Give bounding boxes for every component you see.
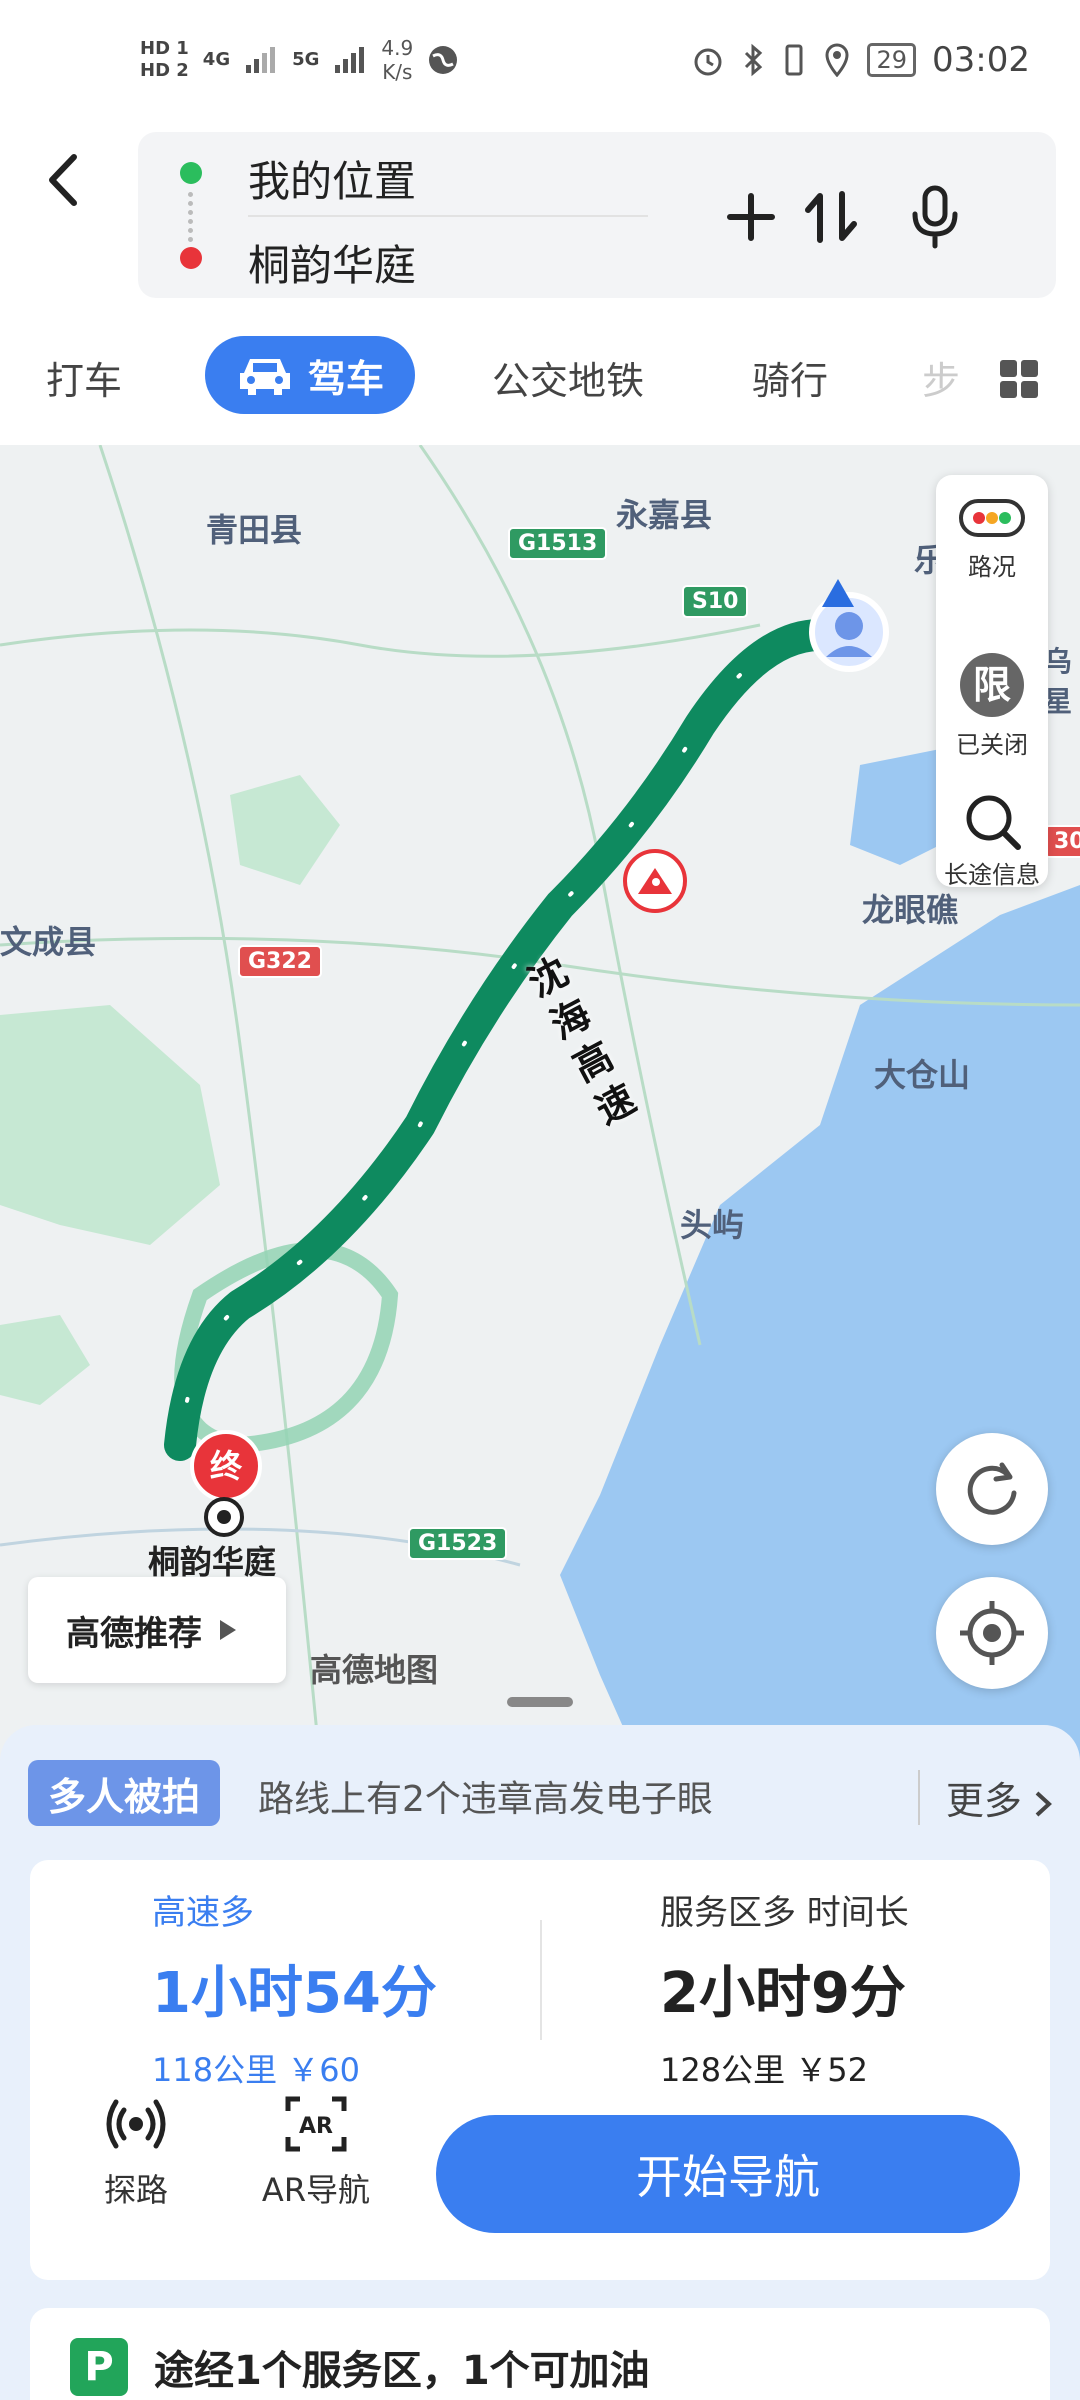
microphone-icon[interactable] xyxy=(900,182,970,252)
long-trip-info-label[interactable]: 长途信息 xyxy=(936,855,1048,890)
service-area-card[interactable]: P 途经1个服务区，1个可加油 xyxy=(30,2308,1050,2400)
net-speed: 4.9 K/s xyxy=(381,36,414,84)
route-option-meta: 128公里 ￥52 xyxy=(660,2051,868,2089)
status-right: 29 03:02 xyxy=(691,40,1030,80)
network-4g: 4G xyxy=(202,49,231,70)
travel-mode-tabs: 打车 驾车 公交地铁 骑行 步 xyxy=(0,330,1080,430)
limit-icon[interactable]: 限 xyxy=(960,653,1024,717)
start-navigation-button[interactable]: 开始导航 xyxy=(436,2115,1020,2233)
refresh-icon xyxy=(967,1462,1017,1515)
add-waypoint-icon[interactable] xyxy=(716,182,786,252)
location-icon xyxy=(825,43,849,77)
road-badge-g1513: G1513 xyxy=(508,527,608,560)
start-dot-icon xyxy=(180,162,202,184)
parking-icon: P xyxy=(70,2338,128,2396)
camera-alert-text: 路线上有2个违章高发电子眼 xyxy=(258,1779,713,1820)
limit-status-label[interactable]: 已关闭 xyxy=(936,725,1048,760)
destination-point-icon xyxy=(204,1497,244,1537)
current-location-marker xyxy=(808,579,890,673)
road-badge-s30: 30 xyxy=(1044,825,1080,858)
network-5g: 5G xyxy=(292,49,320,70)
route-bottom-sheet: 多人被拍 路线上有2个违章高发电子眼 更多 高速多 1小时54分 118公里 ￥… xyxy=(0,1725,1080,2400)
map-label-dacangshan: 大仓山 xyxy=(874,1056,971,1094)
vibrate-icon xyxy=(785,44,803,76)
more-modes-icon[interactable] xyxy=(998,358,1040,400)
explore-road-label: 探路 xyxy=(103,2171,168,2209)
signal-icon xyxy=(335,47,365,73)
road-badge-g322: G322 xyxy=(238,945,322,978)
service-area-text: 途经1个服务区，1个可加油 xyxy=(154,2348,650,2394)
locate-button[interactable] xyxy=(936,1577,1048,1689)
swap-icon[interactable] xyxy=(796,182,866,252)
map-label-wencheng: 文成县 xyxy=(0,923,97,961)
hd-indicator: HD 1 HD 2 xyxy=(140,38,189,81)
end-location-field[interactable]: 桐韵华庭 xyxy=(248,232,416,293)
tab-walk[interactable]: 步 xyxy=(922,350,960,405)
route-option-tag: 高速多 xyxy=(152,1893,254,1933)
road-badge-g1523: G1523 xyxy=(408,1527,508,1560)
traffic-toggle-label[interactable]: 路况 xyxy=(936,547,1048,582)
map-view[interactable]: 青田县 永嘉县 文成县 龙眼礁 大仓山 头屿 乐 乌星 G1513 S10 G3… xyxy=(0,445,1080,1765)
map-label-yongjia: 永嘉县 xyxy=(616,496,713,534)
route-connector xyxy=(188,192,194,242)
broadcast-icon xyxy=(106,2099,166,2149)
route-option-2[interactable]: 服务区多 时间长 2小时9分 128公里 ￥52 xyxy=(660,1885,909,2091)
search-icon[interactable] xyxy=(962,791,1022,851)
traffic-light-icon[interactable] xyxy=(959,499,1025,537)
route-option-time: 2小时9分 xyxy=(660,1961,906,2026)
construction-icon xyxy=(623,849,687,913)
camera-alert-row[interactable]: 多人被拍 路线上有2个违章高发电子眼 更多 xyxy=(28,1760,1052,1830)
navigation-arrow-icon xyxy=(822,579,854,607)
tab-taxi[interactable]: 打车 xyxy=(46,350,122,405)
camera-alert-badge: 多人被拍 xyxy=(28,1760,221,1826)
sheet-handle[interactable] xyxy=(507,1697,573,1707)
start-location-field[interactable]: 我的位置 xyxy=(248,148,416,209)
route-input-box: 我的位置 桐韵华庭 xyxy=(138,132,1056,298)
bluetooth-icon xyxy=(745,43,763,77)
refresh-button[interactable] xyxy=(936,1433,1048,1545)
road-badge-s10: S10 xyxy=(682,585,749,618)
route-option-tag: 服务区多 时间长 xyxy=(660,1893,909,1933)
map-label-longyanjiao: 龙眼礁 xyxy=(862,891,959,929)
end-marker: 终 xyxy=(190,1430,262,1502)
ar-navigation-button[interactable]: AR AR导航 xyxy=(246,2095,386,2211)
explore-road-button[interactable]: 探路 xyxy=(66,2095,206,2211)
ar-navigation-label: AR导航 xyxy=(261,2171,371,2209)
route-option-meta: 118公里 ￥60 xyxy=(152,2051,360,2089)
amap-recommend-button[interactable]: 高德推荐 xyxy=(28,1577,286,1683)
tab-drive[interactable]: 驾车 xyxy=(205,336,415,414)
chevron-right-icon xyxy=(1035,1791,1052,1816)
divider xyxy=(540,1920,542,2040)
car-icon xyxy=(239,359,290,395)
battery-level: 29 xyxy=(867,43,917,77)
ar-icon: AR xyxy=(285,2096,347,2152)
amap-logo: 高德地图 xyxy=(310,1651,439,1689)
globe-icon xyxy=(429,46,458,74)
signal-icon xyxy=(246,47,276,73)
map-side-panel: 路况 限 已关闭 长途信息 xyxy=(936,475,1048,890)
svg-text:AR: AR xyxy=(299,2114,333,2139)
tab-transit[interactable]: 公交地铁 xyxy=(492,350,644,405)
route-options-card: 高速多 1小时54分 118公里 ￥60 服务区多 时间长 2小时9分 128公… xyxy=(30,1860,1050,2280)
tab-bike[interactable]: 骑行 xyxy=(752,350,828,405)
back-arrow-icon[interactable] xyxy=(40,145,90,215)
play-arrow-icon xyxy=(220,1620,236,1640)
status-bar: HD 1 HD 2 4G 5G 4.9 K/s 29 03:02 xyxy=(0,0,1080,130)
route-option-time: 1小时54分 xyxy=(152,1961,437,2026)
recommend-label: 高德推荐 xyxy=(66,1613,202,1654)
route-option-1[interactable]: 高速多 1小时54分 118公里 ￥60 xyxy=(152,1885,437,2091)
map-label-touyu: 头屿 xyxy=(680,1206,745,1244)
locate-icon xyxy=(960,1601,1024,1665)
map-label-right-edge: 乌星 xyxy=(1044,645,1073,718)
tab-drive-label: 驾车 xyxy=(307,356,384,401)
end-dot-icon xyxy=(180,247,202,269)
more-link[interactable]: 更多 xyxy=(917,1770,1052,1825)
status-left: HD 1 HD 2 4G 5G 4.9 K/s xyxy=(140,36,459,84)
clock: 03:02 xyxy=(932,40,1030,80)
alarm-icon xyxy=(694,48,722,76)
divider xyxy=(248,215,648,217)
map-label-qingtian: 青田县 xyxy=(206,511,303,549)
